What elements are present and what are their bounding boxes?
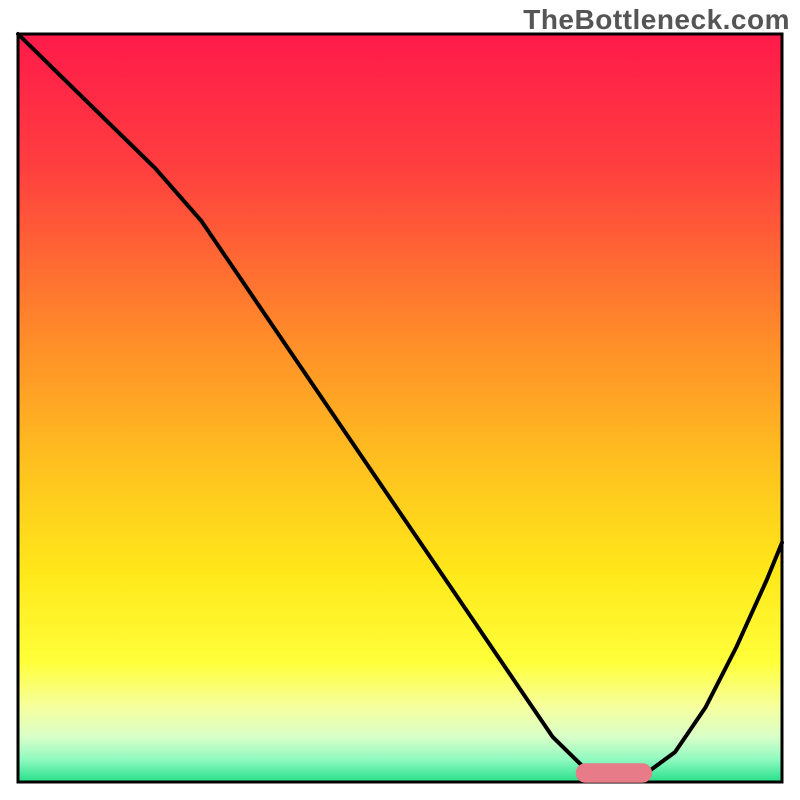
chart-container: TheBottleneck.com — [0, 0, 800, 800]
bottleneck-chart — [0, 0, 800, 800]
watermark-text: TheBottleneck.com — [523, 4, 790, 36]
optimal-range-marker — [576, 763, 652, 782]
